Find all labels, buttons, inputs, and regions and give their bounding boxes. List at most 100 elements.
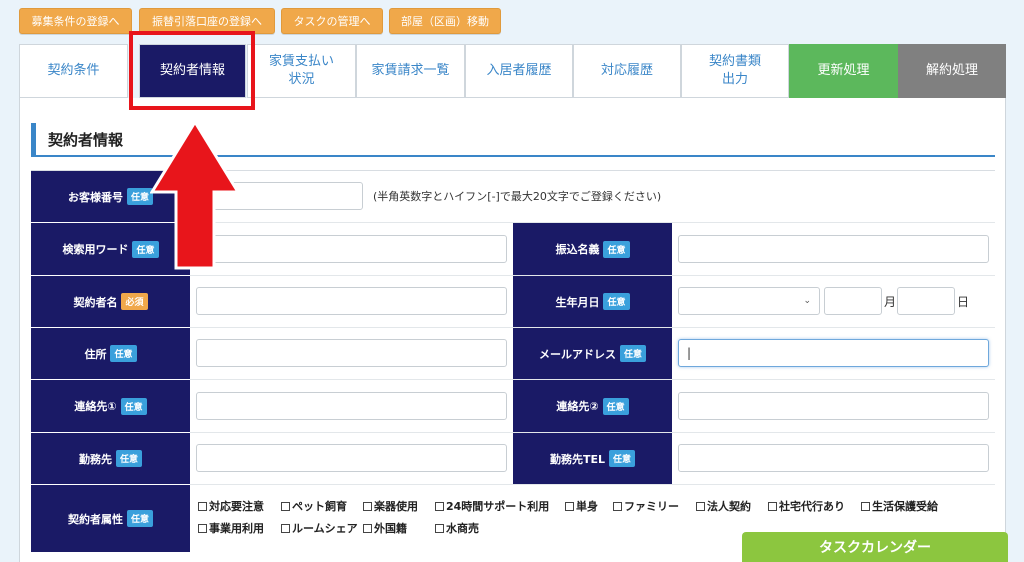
contractor-name-input[interactable] — [196, 287, 507, 315]
attr-checkbox[interactable]: 楽器使用 — [363, 498, 418, 514]
customer-no-note: (半角英数字とハイフン[-]で最大20文字でご登録ください) — [373, 190, 662, 203]
tab-renewal[interactable]: 更新処理 — [789, 44, 898, 98]
attributes-label-text: 契約者属性 — [67, 512, 123, 526]
month-unit: 月 — [884, 295, 897, 309]
workplace-tel-label-text: 勤務先TEL — [549, 452, 605, 466]
tab-contract-docs-output[interactable]: 契約書類 出力 — [681, 44, 789, 98]
task-management-button[interactable]: タスクの管理へ — [281, 8, 383, 34]
attr-checkbox[interactable]: 事業用利用 — [198, 520, 264, 536]
attr-label: 対応要注意 — [209, 500, 264, 513]
attr-label: 24時間サポート利用 — [446, 500, 550, 513]
birth-day-input[interactable] — [897, 287, 955, 315]
recruit-conditions-button[interactable]: 募集条件の登録へ — [19, 8, 132, 34]
attr-label: ペット飼育 — [292, 500, 347, 513]
tab-response-history[interactable]: 対応履歴 — [573, 44, 681, 98]
attr-checkbox[interactable]: 社宅代行あり — [768, 498, 845, 514]
attr-label: 楽器使用 — [374, 500, 418, 513]
checkbox-icon — [768, 501, 777, 511]
attr-checkbox[interactable]: 対応要注意 — [198, 498, 264, 514]
workplace-input[interactable] — [196, 444, 507, 472]
attr-label: ルームシェア — [292, 522, 358, 535]
contractor-name-label: 契約者名 必須 — [31, 276, 190, 327]
email-label: メールアドレス 任意 — [513, 328, 672, 379]
birth-year-select[interactable]: ⌄ — [678, 287, 820, 315]
attr-checkbox[interactable]: ファミリー — [613, 498, 679, 514]
attr-label: 社宅代行あり — [779, 500, 845, 513]
checkbox-icon — [198, 523, 207, 533]
attr-checkbox[interactable]: ルームシェア — [281, 520, 358, 536]
search-word-input[interactable] — [196, 235, 507, 263]
contact1-label: 連絡先① 任意 — [31, 380, 190, 432]
optional-badge: 任意 — [110, 345, 137, 362]
contact2-label: 連絡先② 任意 — [513, 380, 672, 432]
email-label-text: メールアドレス — [538, 347, 616, 361]
attr-label: 事業用利用 — [209, 522, 264, 535]
attr-checkbox[interactable]: 法人契約 — [696, 498, 751, 514]
tab-rent-payment-status[interactable]: 家賃支払い 状況 — [247, 44, 356, 98]
attr-label: 水商売 — [446, 522, 479, 535]
room-move-button[interactable]: 部屋（区画）移動 — [389, 8, 501, 34]
required-badge: 必須 — [121, 293, 148, 310]
highlight-box — [129, 31, 255, 110]
checkbox-icon — [281, 523, 290, 533]
transfer-name-label-text: 振込名義 — [555, 243, 600, 256]
contact1-label-text: 連絡先① — [74, 400, 117, 413]
chevron-down-icon: ⌄ — [803, 296, 811, 306]
customer-no-label-text: お客様番号 — [67, 190, 123, 204]
checkbox-icon — [696, 501, 705, 511]
attr-checkbox[interactable]: 水商売 — [435, 520, 479, 536]
optional-badge: 任意 — [603, 293, 630, 310]
attr-checkbox[interactable]: 生活保護受給 — [861, 498, 938, 514]
attr-checkbox[interactable]: 外国籍 — [363, 520, 407, 536]
attr-label: ファミリー — [624, 500, 679, 513]
tab-contract-conditions[interactable]: 契約条件 — [19, 44, 128, 98]
tab-tenant-history[interactable]: 入居者履歴 — [465, 44, 573, 98]
attributes-label: 契約者属性 任意 — [31, 485, 190, 552]
address-label: 住所 任意 — [31, 328, 190, 379]
workplace-label-text: 勤務先 — [78, 452, 112, 466]
optional-badge: 任意 — [602, 397, 629, 415]
checkbox-icon — [363, 523, 372, 533]
checkbox-icon — [565, 501, 574, 511]
checkbox-icon — [435, 501, 444, 511]
search-word-label-text: 検索用ワード — [62, 243, 129, 256]
contractor-name-label-text: 契約者名 — [73, 295, 118, 309]
workplace-tel-label: 勤務先TEL 任意 — [513, 433, 672, 484]
optional-badge: 任意 — [619, 345, 646, 362]
optional-badge: 任意 — [126, 510, 153, 527]
checkbox-icon — [198, 501, 207, 511]
attr-checkbox[interactable]: ペット飼育 — [281, 498, 347, 514]
tab-cancellation[interactable]: 解約処理 — [898, 44, 1006, 98]
birthdate-label: 生年月日 任意 — [513, 276, 672, 327]
section-title: 契約者情報 — [31, 123, 123, 155]
attr-label: 生活保護受給 — [872, 500, 938, 513]
tab-rent-billing-list[interactable]: 家賃請求一覧 — [356, 44, 465, 98]
transfer-name-input[interactable] — [678, 235, 989, 263]
attr-label: 単身 — [576, 500, 598, 513]
email-input[interactable]: | — [678, 339, 989, 367]
attr-checkbox[interactable]: 単身 — [565, 498, 598, 514]
address-input[interactable] — [196, 339, 507, 367]
attr-label: 法人契約 — [707, 500, 751, 513]
checkbox-icon — [281, 501, 290, 511]
birth-month-input[interactable] — [824, 287, 882, 315]
optional-badge: 任意 — [115, 450, 142, 467]
contact2-input[interactable] — [678, 392, 989, 420]
contact1-input[interactable] — [196, 392, 507, 420]
birthdate-label-text: 生年月日 — [555, 295, 600, 309]
contact2-label-text: 連絡先② — [556, 400, 599, 413]
transfer-name-label: 振込名義 任意 — [513, 223, 672, 275]
attr-label: 外国籍 — [374, 522, 407, 535]
optional-badge: 任意 — [603, 240, 630, 258]
row-divider — [190, 484, 995, 485]
workplace-label: 勤務先 任意 — [31, 433, 190, 484]
checkbox-icon — [613, 501, 622, 511]
address-label-text: 住所 — [84, 347, 107, 361]
task-calendar-button[interactable]: タスクカレンダー — [742, 532, 1008, 562]
workplace-tel-input[interactable] — [678, 444, 989, 472]
red-arrow-icon — [150, 120, 240, 270]
day-unit: 日 — [957, 295, 970, 309]
optional-badge: 任意 — [120, 397, 147, 415]
attr-checkbox[interactable]: 24時間サポート利用 — [435, 498, 549, 514]
checkbox-icon — [861, 501, 870, 511]
